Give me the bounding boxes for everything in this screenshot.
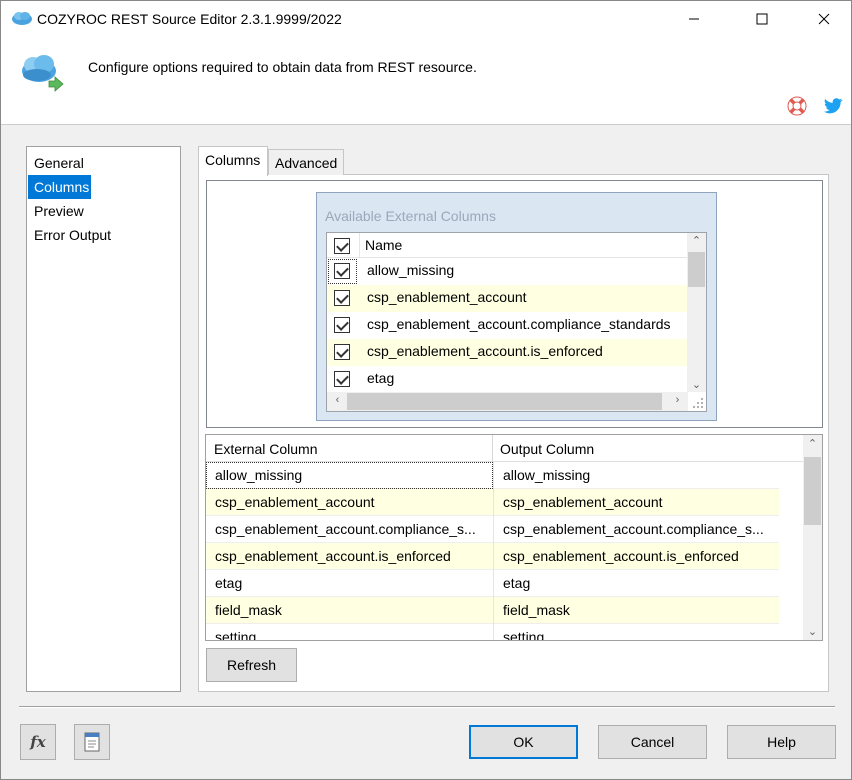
tab-columns[interactable]: Columns [198, 146, 268, 176]
table-row[interactable]: csp_enablement_account.compliance_s... c… [206, 516, 779, 543]
list-item[interactable]: csp_enablement_account.compliance_standa… [327, 312, 688, 339]
document-icon [84, 732, 100, 752]
title-bar: COZYROC REST Source Editor 2.3.1.9999/20… [1, 1, 851, 37]
maximize-icon [756, 13, 768, 25]
scroll-up-icon[interactable]: ⌃ [804, 437, 821, 450]
scroll-thumb[interactable] [688, 252, 705, 287]
nav-item-general[interactable]: General [28, 151, 86, 175]
scroll-up-icon[interactable]: ⌃ [688, 234, 705, 247]
maximize-button[interactable] [739, 1, 785, 37]
available-columns-title: Available External Columns [325, 208, 496, 224]
window-title: COZYROC REST Source Editor 2.3.1.9999/20… [37, 11, 342, 27]
nav-item-preview[interactable]: Preview [28, 199, 86, 223]
column-checkbox[interactable] [334, 317, 350, 333]
scroll-right-icon[interactable]: › [669, 394, 686, 406]
resize-grip-icon[interactable] [692, 397, 704, 409]
close-icon [818, 13, 830, 25]
scroll-thumb[interactable] [804, 457, 821, 525]
script-button[interactable] [74, 724, 110, 760]
column-checkbox[interactable] [334, 344, 350, 360]
scroll-down-icon[interactable]: ⌄ [688, 378, 705, 391]
external-column-header: External Column [214, 441, 318, 457]
cloud-icon [12, 12, 32, 25]
horizontal-scrollbar[interactable]: ‹ › [327, 392, 688, 411]
minimize-icon [689, 18, 699, 20]
table-row[interactable]: csp_enablement_account.is_enforced csp_e… [206, 543, 779, 570]
scroll-thumb[interactable] [347, 393, 662, 410]
navigation-list: General Columns Preview Error Output [26, 146, 181, 692]
grid-header: External Column Output Column [206, 435, 804, 462]
cancel-button[interactable]: Cancel [598, 725, 707, 759]
table-row[interactable]: setting setting [206, 624, 779, 640]
close-button[interactable] [801, 1, 847, 37]
list-item[interactable]: csp_enablement_account [327, 285, 688, 312]
available-columns-header: Name [327, 233, 688, 258]
table-row[interactable]: field_mask field_mask [206, 597, 779, 624]
minimize-button[interactable] [671, 1, 717, 37]
nav-item-error-output[interactable]: Error Output [28, 223, 113, 247]
output-column-header: Output Column [500, 441, 595, 457]
ok-button[interactable]: OK [469, 725, 578, 759]
vertical-scrollbar[interactable]: ⌃ ⌄ [687, 233, 706, 392]
header-description: Configure options required to obtain dat… [88, 59, 477, 75]
tab-advanced[interactable]: Advanced [268, 149, 344, 175]
list-item[interactable]: allow_missing [327, 258, 688, 285]
expression-button[interactable]: fx [20, 724, 56, 760]
cloud-download-icon [22, 55, 64, 92]
scroll-down-icon[interactable]: ⌄ [804, 625, 821, 638]
table-row[interactable]: etag etag [206, 570, 779, 597]
nav-item-columns[interactable]: Columns [28, 175, 92, 199]
available-columns-panel: Available External Columns Name allow_mi… [316, 192, 717, 421]
grid-vertical-scrollbar[interactable]: ⌃ ⌄ [803, 435, 822, 640]
list-item[interactable]: etag [327, 366, 688, 393]
select-all-checkbox[interactable] [334, 238, 350, 254]
help-button[interactable]: Help [727, 725, 836, 759]
column-checkbox[interactable] [334, 371, 350, 387]
list-item[interactable]: csp_enablement_account.is_enforced [327, 339, 688, 366]
scroll-left-icon[interactable]: ‹ [329, 394, 346, 406]
function-icon: fx [30, 733, 46, 751]
column-mapping-grid: External Column Output Column allow_miss… [205, 434, 823, 641]
editor-window: COZYROC REST Source Editor 2.3.1.9999/20… [0, 0, 852, 780]
table-row[interactable]: allow_missing allow_missing [206, 462, 779, 489]
name-column-header: Name [365, 237, 403, 253]
header-panel: Configure options required to obtain dat… [1, 37, 851, 125]
available-columns-list: Name allow_missing csp_enablement_accoun… [326, 232, 707, 412]
table-row[interactable]: csp_enablement_account csp_enablement_ac… [206, 489, 779, 516]
column-checkbox[interactable] [334, 263, 350, 279]
twitter-icon[interactable] [822, 95, 844, 117]
refresh-button[interactable]: Refresh [206, 648, 297, 682]
column-checkbox[interactable] [334, 290, 350, 306]
lifebuoy-icon[interactable] [786, 95, 808, 117]
